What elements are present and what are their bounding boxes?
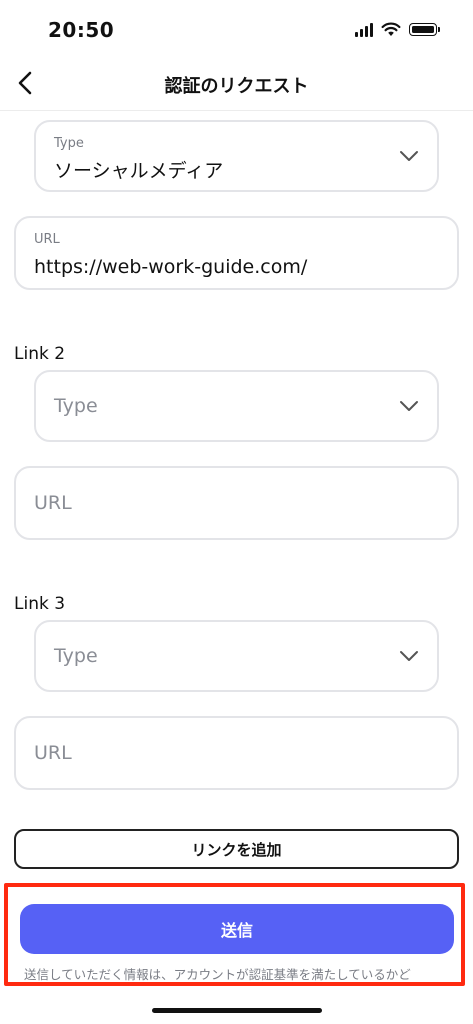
chevron-down-icon bbox=[400, 401, 418, 411]
link1-url-value: https://web-work-guide.com/ bbox=[34, 256, 308, 278]
link1-url-field[interactable]: URL https://web-work-guide.com/ bbox=[14, 216, 459, 290]
submit-button[interactable]: 送信 bbox=[20, 904, 454, 954]
link1-url-label: URL bbox=[34, 232, 60, 247]
page-title: 認証のリクエスト bbox=[164, 76, 309, 97]
chevron-down-icon bbox=[400, 651, 418, 661]
footnote-text: 送信していただく情報は、アカウントが認証基準を満たしているかど bbox=[24, 967, 411, 982]
link2-type-placeholder: Type bbox=[54, 395, 98, 417]
status-icons bbox=[355, 22, 440, 37]
link3-type-select[interactable]: Type bbox=[34, 620, 439, 692]
home-indicator[interactable] bbox=[152, 1008, 322, 1013]
link2-label: Link 2 bbox=[14, 344, 66, 364]
wifi-icon bbox=[381, 22, 401, 36]
link1-type-label: Type bbox=[54, 136, 84, 151]
link2-type-select[interactable]: Type bbox=[34, 370, 439, 442]
link3-url-field[interactable]: URL bbox=[14, 716, 459, 790]
status-time: 20:50 bbox=[48, 18, 115, 42]
link2-url-field[interactable]: URL bbox=[14, 466, 459, 540]
chevron-down-icon bbox=[400, 151, 418, 161]
link3-label: Link 3 bbox=[14, 594, 66, 614]
link1-type-value: ソーシャルメディア bbox=[54, 160, 224, 182]
battery-icon bbox=[409, 23, 440, 36]
link2-url-placeholder: URL bbox=[34, 492, 72, 514]
link3-type-placeholder: Type bbox=[54, 645, 98, 667]
add-link-button[interactable]: リンクを追加 bbox=[14, 829, 459, 869]
link3-url-placeholder: URL bbox=[34, 742, 72, 764]
cellular-signal-icon bbox=[355, 22, 373, 37]
link1-type-select[interactable]: Type ソーシャルメディア bbox=[34, 120, 439, 192]
header-divider bbox=[0, 110, 473, 111]
